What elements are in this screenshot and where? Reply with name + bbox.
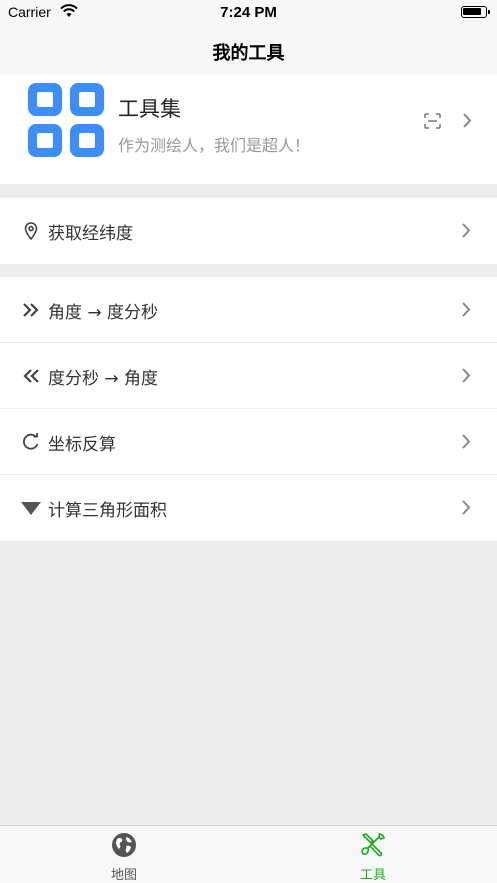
- app-slogan: 作为测绘人，我们是超人！: [118, 136, 311, 155]
- chevron-right-icon: [462, 500, 471, 515]
- double-chevron-right-icon: [23, 303, 39, 317]
- tab-tools[interactable]: 工具: [249, 826, 497, 883]
- chevron-right-icon: [462, 434, 471, 449]
- tab-label: 地图: [110, 868, 137, 883]
- menu-item-get-coordinates[interactable]: 获取经纬度: [0, 198, 497, 264]
- page-title: 我的工具: [212, 43, 285, 64]
- menu-item-angle-to-dms[interactable]: 角度 → 度分秒: [0, 277, 497, 343]
- app-header-card[interactable]: 工具集 作为测绘人，我们是超人！: [0, 75, 497, 184]
- app-logo-icon: [28, 83, 104, 157]
- tab-map[interactable]: 地图: [0, 826, 248, 883]
- triangle-down-icon: [21, 502, 41, 515]
- menu-item-label: 坐标反算: [48, 435, 116, 455]
- tab-label: 工具: [359, 868, 386, 883]
- tab-bar: 地图 工具: [0, 825, 497, 883]
- clock: 7:24 PM: [220, 4, 277, 21]
- menu-item-label: 角度 → 度分秒: [48, 303, 159, 323]
- location-pin-icon: [24, 222, 38, 241]
- menu-item-label: 获取经纬度: [48, 224, 133, 244]
- chevron-right-icon: [462, 302, 471, 317]
- navigation-bar: 我的工具: [0, 24, 497, 75]
- menu-item-triangle-area[interactable]: 计算三角形面积: [0, 475, 497, 541]
- menu-item-label: 度分秒 → 角度: [48, 369, 159, 389]
- menu-item-dms-to-angle[interactable]: 度分秒 → 角度: [0, 343, 497, 409]
- app-name: 工具集: [118, 97, 181, 121]
- refresh-icon: [23, 433, 39, 450]
- tools-icon: [361, 833, 385, 857]
- chevron-right-icon: [462, 223, 471, 238]
- battery-icon: [461, 6, 490, 18]
- globe-icon: [112, 833, 136, 857]
- chevron-right-icon: [462, 368, 471, 383]
- status-bar: Carrier 7:24 PM: [0, 0, 497, 24]
- qr-scan-icon[interactable]: [424, 113, 441, 129]
- chevron-right-icon: [463, 113, 472, 128]
- double-chevron-left-icon: [23, 369, 39, 383]
- menu-item-inverse-coordinates[interactable]: 坐标反算: [0, 409, 497, 475]
- menu-item-label: 计算三角形面积: [48, 501, 167, 521]
